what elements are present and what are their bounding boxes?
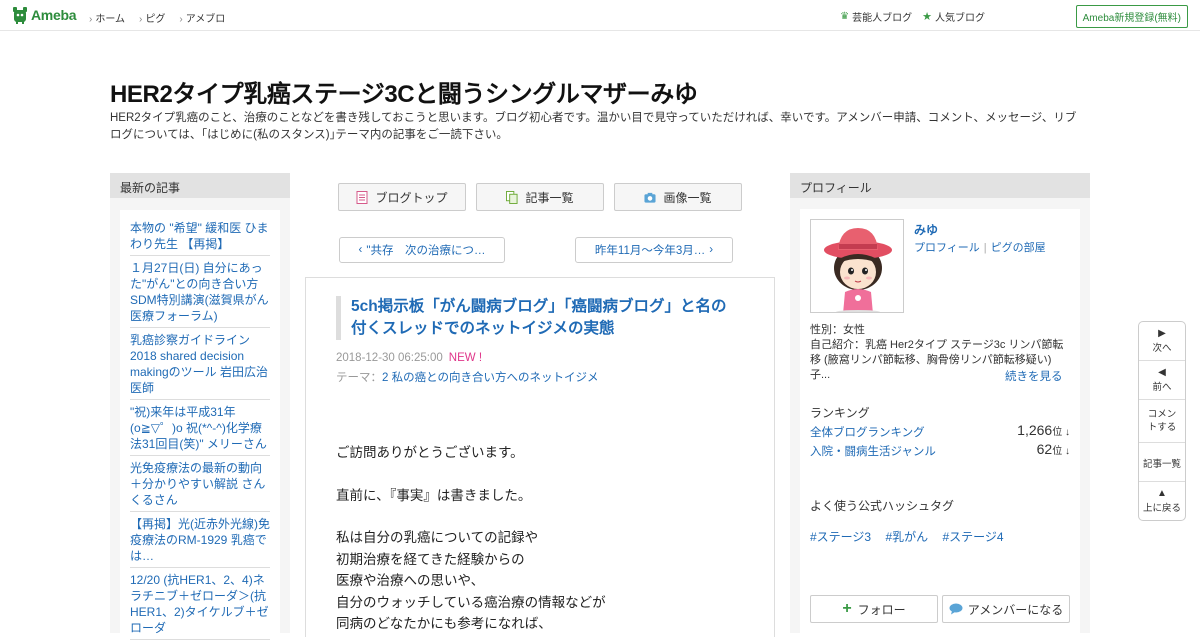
list-item[interactable]: 光免疫療法の最新の動向＋分かりやすい解説 さんくるさん <box>130 456 270 512</box>
body-line: 自分のウォッチしている癌治療の情報などが <box>336 594 606 610</box>
star-icon: ★ <box>922 11 932 23</box>
article-date: 2018-12-30 06:25:00 NEW ! <box>336 352 483 364</box>
article-theme: テーマ：2 私の癌との向き合い方へのネットイジメ <box>336 372 599 384</box>
profile-gender: 性別：女性 <box>810 324 865 336</box>
top-nav: ホーム ピグ アメブロ <box>89 10 225 25</box>
article-body: ご訪問ありがとうございます。 直前に、『事実』は書きました。 私は自分の乳癌につ… <box>336 442 756 635</box>
theme-link[interactable]: 2 私の癌との向き合い方へのネットイジメ <box>382 372 598 384</box>
comment-button[interactable]: コメントする <box>1139 400 1185 443</box>
ranking-label[interactable]: 入院・闘病生活ジャンル <box>810 446 936 458</box>
new-badge: NEW ! <box>448 352 483 364</box>
prev-article-button[interactable]: ‹ "共存 次の治療につ… <box>339 237 505 263</box>
nav-pigg[interactable]: ピグ <box>139 10 165 25</box>
plus-icon: + <box>842 600 852 617</box>
profile-link[interactable]: プロフィール <box>914 242 980 254</box>
floating-nav: ▶ 次へ ◀ 前へ コメントする 記事一覧 ▲ 上に戻る <box>1138 321 1186 521</box>
logo-text: Ameba <box>31 7 77 23</box>
body-line: 直前に、『事実』は書きました。 <box>336 487 532 503</box>
body-line: 初期治療を経てきた経験からの <box>336 551 525 567</box>
list-item[interactable]: １月27日(日) 自分にあった"がん"との向き合い方 SDM特別講演(滋賀県がん… <box>130 256 270 328</box>
body-line: 私は自分の乳癌についての記録や <box>336 530 539 545</box>
celebrity-blog-link[interactable]: ♛ 芸能人ブログ <box>840 9 912 24</box>
next-button[interactable]: ▶ 次へ <box>1139 322 1185 361</box>
signup-button[interactable]: Ameba新規登録(無料) <box>1075 5 1188 28</box>
hashtag-list: #ステージ3 #乳がん #ステージ4 <box>810 528 1015 545</box>
read-more-link[interactable]: 続きを見る <box>1005 368 1063 384</box>
chevron-right-icon: › <box>709 244 714 256</box>
list-item[interactable]: 12/20 (抗HER1、2、4)ネラチニブ＋ゼローダ＞(抗HER1、2)タイケ… <box>130 568 270 640</box>
tab-article-list[interactable]: 記事一覧 <box>476 183 604 211</box>
body-line: 医療や治療への思いや、 <box>336 573 485 588</box>
next-article-button[interactable]: 昨年11月～今年3月… › <box>575 237 733 263</box>
profile-panel: プロフィール みゆ プロフィール | ピグの部屋 性別：女性 自己紹介：乳癌 H… <box>790 173 1090 639</box>
ranking-value: 62位 ↓ <box>1036 441 1070 457</box>
nav-home[interactable]: ホーム <box>89 10 125 25</box>
hashtag-title: よく使う公式ハッシュタグ <box>810 499 955 513</box>
follow-button[interactable]: + フォロー <box>810 595 938 623</box>
arrow-up-icon: ▲ <box>1157 488 1167 499</box>
ameba-logo-icon <box>13 7 27 24</box>
list-item[interactable]: 本物の "希望" 緩和医 ひまわり先生 【再掲】 <box>130 216 270 256</box>
profile-body: みゆ プロフィール | ピグの部屋 性別：女性 自己紹介：乳癌 Her2タイプ ステ… <box>800 209 1080 639</box>
hashtag[interactable]: #ステージ4 <box>942 530 1003 544</box>
popular-blog-link[interactable]: ★ 人気ブログ <box>922 9 985 24</box>
avatar-image <box>811 220 903 312</box>
profile-header: プロフィール <box>790 173 1090 198</box>
top-bar: Ameba ホーム ピグ アメブロ ♛ 芸能人ブログ ★ 人気ブログ Ameba… <box>0 0 1200 31</box>
amember-button[interactable]: アメンバーになる <box>942 595 1070 623</box>
list-item[interactable]: "祝)来年は平成31年(o≧▽゜)o 祝(*^-^)化学療法31回目(笑)" メ… <box>130 400 270 456</box>
list-item[interactable]: 【再掲】光(近赤外光線)免疫療法のRM-1929 乳癌では… <box>130 512 270 568</box>
prev-button[interactable]: ◀ 前へ <box>1139 361 1185 400</box>
ranking-value: 1,266位 ↓ <box>1017 422 1070 438</box>
article-list-button[interactable]: 記事一覧 <box>1139 443 1185 482</box>
tab-blog-top[interactable]: ブログトップ <box>338 183 466 211</box>
recent-articles-list: 本物の "希望" 緩和医 ひまわり先生 【再掲】 １月27日(日) 自分にあった… <box>120 210 280 640</box>
ranking-row: 入院・闘病生活ジャンル 62位 ↓ <box>810 441 1072 459</box>
nav-ameblo[interactable]: アメブロ <box>179 10 226 25</box>
blog-title[interactable]: HER2タイプ乳癌ステージ3Cと闘うシングルマザーみゆ <box>110 74 698 109</box>
chevron-left-icon: ‹ <box>358 244 363 256</box>
recent-articles-header: 最新の記事 <box>110 173 290 198</box>
camera-icon <box>644 192 657 203</box>
hashtag[interactable]: #乳がん <box>885 530 928 544</box>
body-line: 同病のどなたかにも参考になれば、 <box>336 616 552 631</box>
body-line: ご訪問ありがとうございます。 <box>336 445 524 460</box>
ranking-row: 全体ブログランキング 1,266位 ↓ <box>810 422 1072 440</box>
ameba-logo[interactable]: Ameba <box>12 6 76 24</box>
article-title[interactable]: 5ch掲示板「がん闘病ブログ」「癌闘病ブログ」と名の付くスレッドでのネットイジメ… <box>336 296 736 340</box>
recent-articles-panel: 最新の記事 本物の "希望" 緩和医 ひまわり先生 【再掲】 １月27日(日) … <box>110 173 290 640</box>
article: 5ch掲示板「がん闘病ブログ」「癌闘病ブログ」と名の付くスレッドでのネットイジメ… <box>305 277 775 637</box>
document-icon <box>356 190 368 204</box>
tab-image-list[interactable]: 画像一覧 <box>614 183 742 211</box>
top-right-links: ♛ 芸能人ブログ ★ 人気ブログ <box>840 9 995 24</box>
blog-description: HER2タイプ乳癌のこと、治療のことなどを書き残しておこうと思います。ブログ初心… <box>110 112 1077 141</box>
crown-icon: ♛ <box>840 11 850 22</box>
play-right-icon: ▶ <box>1158 328 1166 339</box>
copy-icon <box>506 190 519 204</box>
list-item[interactable]: 乳癌診察ガイドライン2018 shared decision makingのツー… <box>130 328 270 400</box>
chat-icon <box>949 603 963 615</box>
ranking-label[interactable]: 全体ブログランキング <box>810 427 925 439</box>
profile-links: プロフィール | ピグの部屋 <box>914 242 1046 254</box>
back-to-top-button[interactable]: ▲ 上に戻る <box>1139 482 1185 521</box>
play-left-icon: ◀ <box>1158 367 1166 378</box>
ranking-title: ランキング <box>810 406 870 420</box>
profile-name[interactable]: みゆ <box>914 221 938 238</box>
hashtag[interactable]: #ステージ3 <box>810 530 871 544</box>
avatar[interactable] <box>810 219 904 313</box>
pigg-room-link[interactable]: ピグの部屋 <box>991 242 1046 254</box>
